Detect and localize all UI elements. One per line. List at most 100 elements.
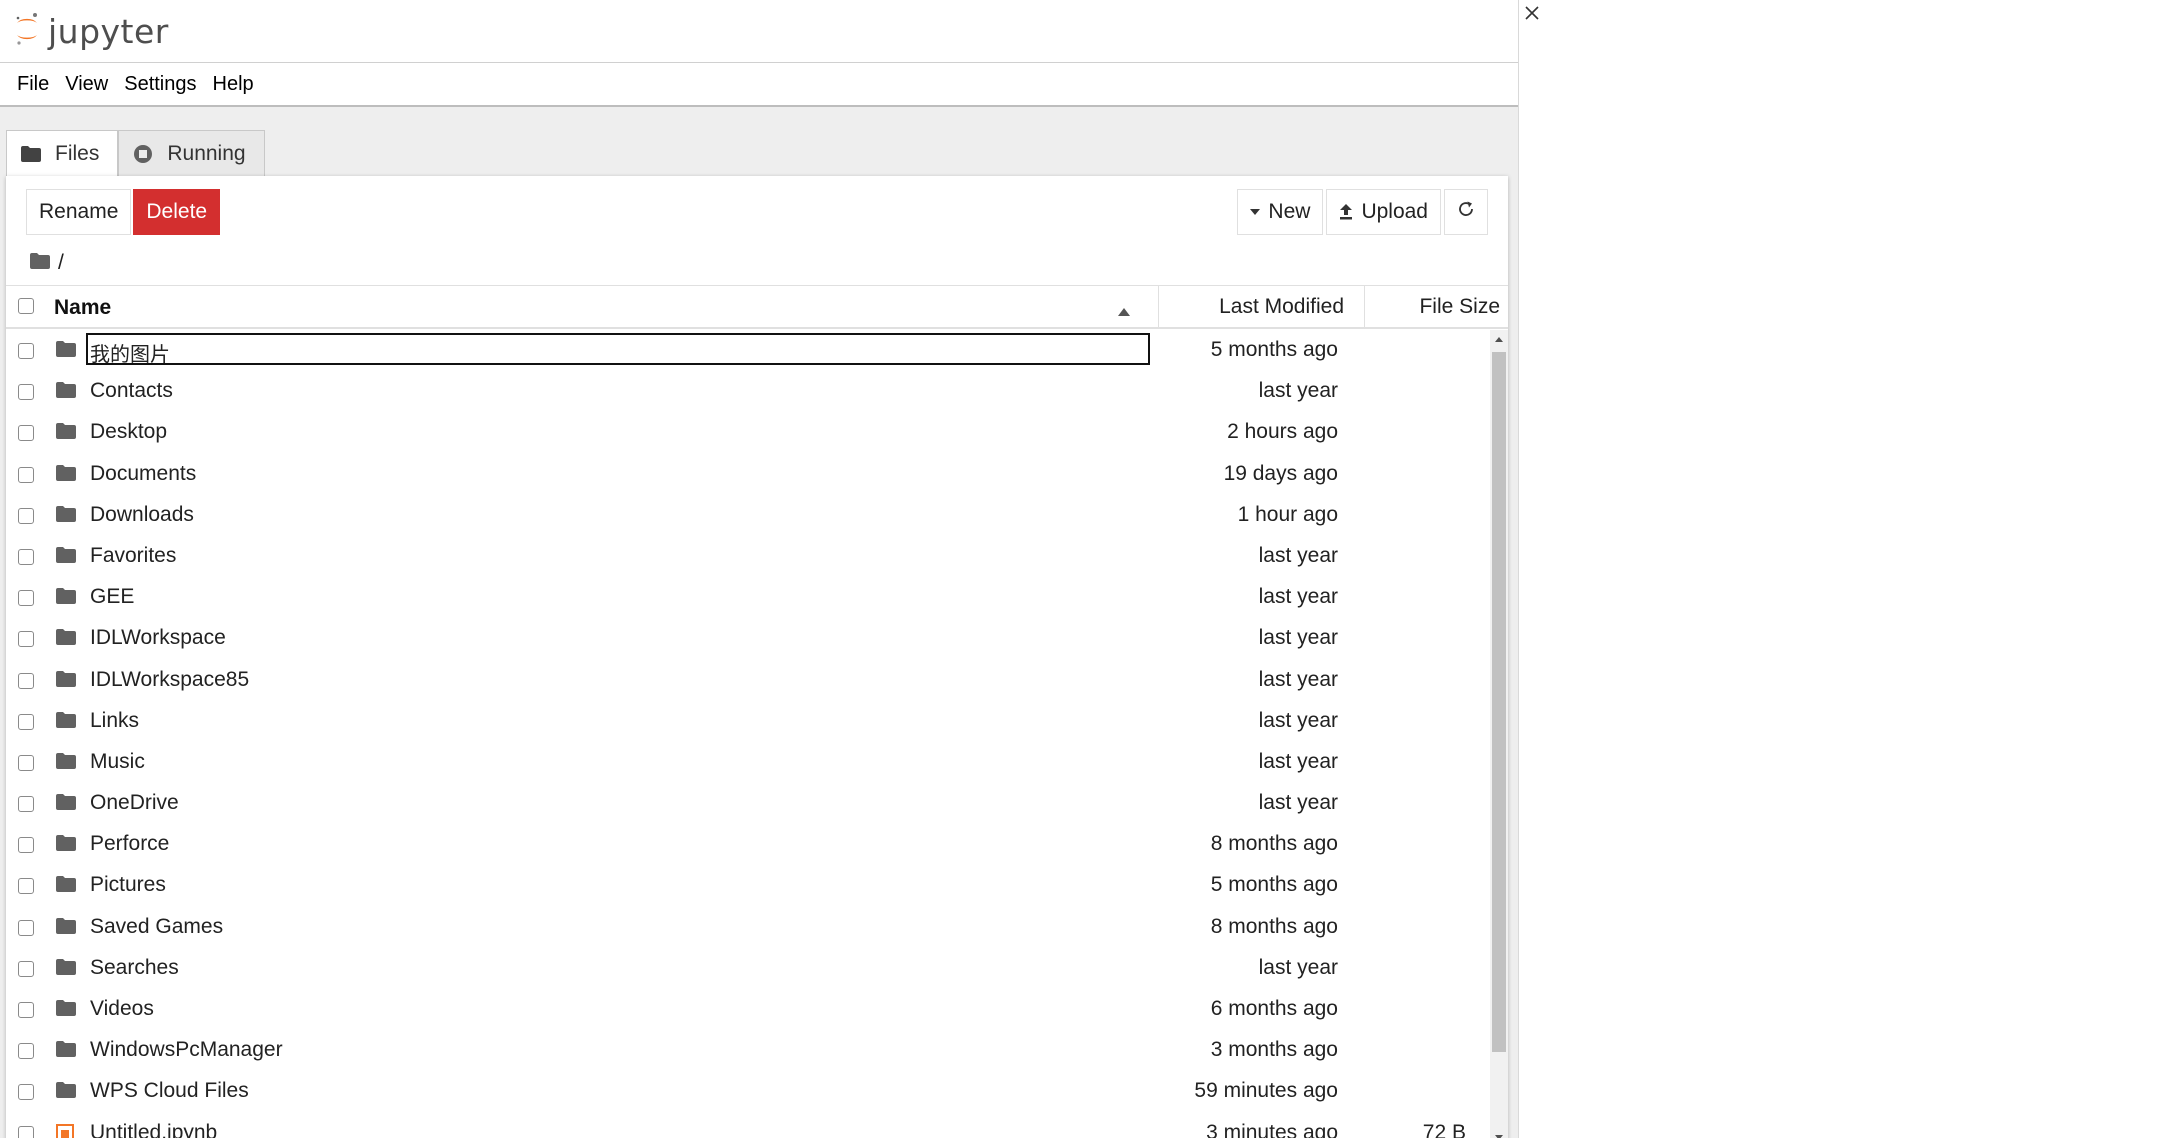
row-checkbox[interactable] <box>18 1084 34 1101</box>
upload-button[interactable]: Upload <box>1326 189 1441 235</box>
running-icon <box>133 144 153 164</box>
row-checkbox[interactable] <box>18 1043 34 1060</box>
file-name[interactable]: Untitled.ipynb <box>90 1121 217 1138</box>
folder-icon <box>56 835 76 856</box>
file-name[interactable]: Desktop <box>90 420 167 444</box>
row-checkbox[interactable] <box>18 672 34 689</box>
file-modified: 8 months ago <box>1210 832 1338 856</box>
file-name[interactable]: IDLWorkspace <box>90 626 226 650</box>
refresh-button[interactable] <box>1444 189 1488 235</box>
folder-icon <box>56 1000 76 1021</box>
file-row[interactable]: IDLWorkspace last year <box>6 618 1490 659</box>
file-row[interactable]: Links last year <box>6 701 1490 742</box>
file-name[interactable]: Perforce <box>90 832 169 856</box>
tab-running[interactable]: Running <box>118 130 265 176</box>
file-name[interactable]: OneDrive <box>90 791 179 815</box>
row-checkbox[interactable] <box>18 713 34 730</box>
row-checkbox[interactable] <box>18 590 34 607</box>
upload-button-label: Upload <box>1361 200 1428 223</box>
file-name[interactable]: IDLWorkspace85 <box>90 668 249 692</box>
rename-button[interactable]: Rename <box>26 189 132 235</box>
file-list: 我的图片 5 months ago Contacts last year Desktop… <box>6 330 1490 1138</box>
row-checkbox[interactable] <box>18 919 34 936</box>
scroll-up-arrow-icon[interactable] <box>1490 330 1508 348</box>
file-name[interactable]: GEE <box>90 585 134 609</box>
row-checkbox[interactable] <box>18 548 34 565</box>
row-checkbox[interactable] <box>18 343 34 359</box>
vertical-scrollbar[interactable] <box>1490 330 1508 1138</box>
close-icon[interactable] <box>1519 0 1545 26</box>
file-name[interactable]: Saved Games <box>90 915 223 939</box>
file-row[interactable]: IDLWorkspace85 last year <box>6 660 1490 701</box>
tab-files[interactable]: Files <box>6 130 119 177</box>
file-modified: last year <box>1258 955 1338 979</box>
row-checkbox[interactable] <box>18 796 34 813</box>
menu-help[interactable]: Help <box>211 73 268 96</box>
file-row[interactable]: WindowsPcManager 3 months ago <box>6 1030 1490 1071</box>
file-name[interactable]: WPS Cloud Files <box>90 1079 249 1103</box>
row-checkbox[interactable] <box>18 1125 34 1138</box>
caret-down-icon <box>1250 209 1261 215</box>
file-row[interactable]: GEE last year <box>6 577 1490 618</box>
new-button[interactable]: New <box>1237 189 1324 235</box>
file-row[interactable]: WPS Cloud Files 59 minutes ago <box>6 1071 1490 1112</box>
folder-icon <box>56 1041 76 1062</box>
file-row[interactable]: Music last year <box>6 742 1490 783</box>
scrollbar-thumb[interactable] <box>1492 352 1506 1052</box>
file-name[interactable]: Documents <box>90 462 196 486</box>
row-checkbox[interactable] <box>18 960 34 977</box>
file-row[interactable]: Desktop 2 hours ago <box>6 412 1490 453</box>
sort-up-icon[interactable] <box>1118 303 1130 321</box>
file-name[interactable]: Pictures <box>90 873 166 897</box>
rename-input[interactable]: 我的图片 <box>86 333 1150 366</box>
jupyter-logo[interactable]: jupyter <box>14 8 169 54</box>
file-size: 72 B <box>1422 1120 1466 1138</box>
file-row[interactable]: 我的图片 5 months ago <box>6 330 1490 371</box>
jupyter-window: jupyter File View Settings Help Files Ru… <box>0 0 1519 1138</box>
file-row[interactable]: Downloads 1 hour ago <box>6 495 1490 536</box>
file-name[interactable]: Links <box>90 709 139 733</box>
row-checkbox[interactable] <box>18 425 34 442</box>
file-row[interactable]: OneDrive last year <box>6 783 1490 824</box>
file-actions-toolbar: New Upload <box>1237 189 1488 235</box>
menu-settings[interactable]: Settings <box>122 73 210 96</box>
file-name[interactable]: Searches <box>90 956 179 980</box>
column-last-modified[interactable]: Last Modified <box>1158 286 1364 328</box>
menu-file[interactable]: File <box>0 73 63 96</box>
tab-files-label: Files <box>55 142 100 165</box>
select-all-checkbox[interactable] <box>18 298 34 314</box>
file-row[interactable]: Contacts last year <box>6 371 1490 412</box>
file-row[interactable]: Pictures 5 months ago <box>6 865 1490 906</box>
row-checkbox[interactable] <box>18 631 34 648</box>
file-row[interactable]: Saved Games 8 months ago <box>6 907 1490 948</box>
row-checkbox[interactable] <box>18 384 34 401</box>
folder-icon <box>21 146 41 162</box>
file-row[interactable]: Favorites last year <box>6 536 1490 577</box>
row-checkbox[interactable] <box>18 1002 34 1018</box>
home-folder-icon[interactable] <box>30 251 50 275</box>
row-checkbox[interactable] <box>18 837 34 854</box>
file-modified: 1 hour ago <box>1237 502 1338 526</box>
menu-view[interactable]: View <box>63 73 122 96</box>
file-name[interactable]: WindowsPcManager <box>90 1038 283 1062</box>
scroll-down-arrow-icon[interactable] <box>1490 1128 1508 1138</box>
file-name[interactable]: Videos <box>90 997 154 1021</box>
file-row[interactable]: Videos 6 months ago <box>6 989 1490 1030</box>
file-row[interactable]: Searches last year <box>6 948 1490 989</box>
file-name[interactable]: Contacts <box>90 379 173 403</box>
file-name[interactable]: Downloads <box>90 503 194 527</box>
delete-button[interactable]: Delete <box>133 189 221 235</box>
upload-icon <box>1339 204 1353 220</box>
file-name[interactable]: Favorites <box>90 544 176 568</box>
file-row[interactable]: Documents 19 days ago <box>6 454 1490 495</box>
column-name[interactable]: Name <box>54 296 111 320</box>
menu-bar: File View Settings Help <box>0 63 1518 107</box>
row-checkbox[interactable] <box>18 878 34 895</box>
row-checkbox[interactable] <box>18 466 34 483</box>
file-row[interactable]: Perforce 8 months ago <box>6 824 1490 865</box>
column-file-size[interactable]: File Size <box>1364 286 1508 328</box>
row-checkbox[interactable] <box>18 507 34 524</box>
file-row[interactable]: Untitled.ipynb 3 minutes ago 72 B <box>6 1113 1490 1138</box>
row-checkbox[interactable] <box>18 754 34 771</box>
file-name[interactable]: Music <box>90 750 145 774</box>
